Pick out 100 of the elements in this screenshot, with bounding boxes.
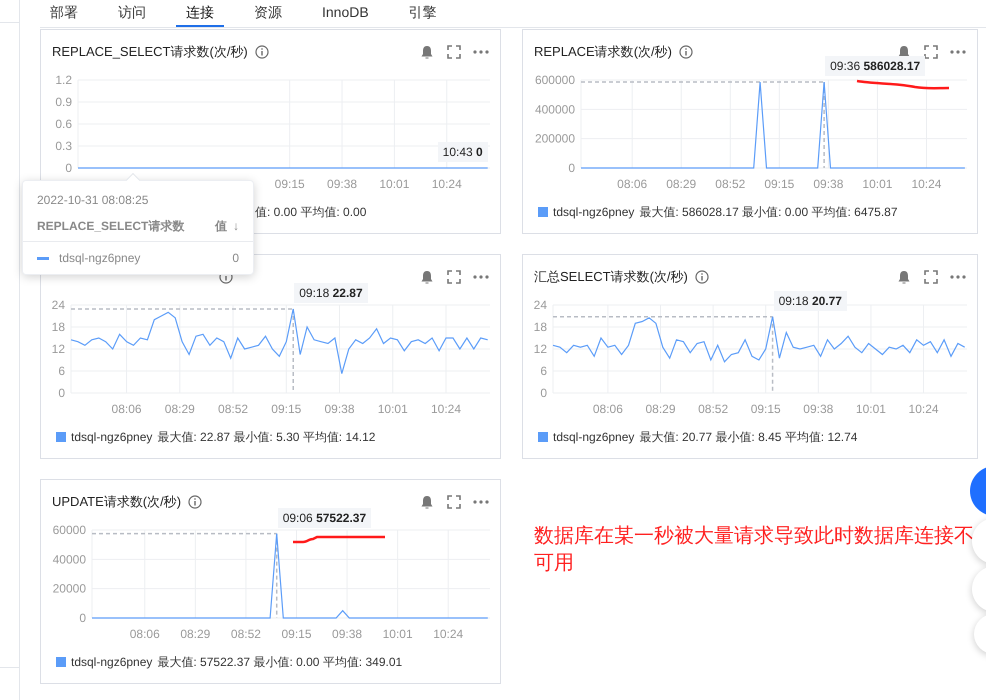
- y-axis-label: 1.2: [55, 73, 72, 87]
- x-axis-label: 08:52: [715, 177, 746, 191]
- legend-stats: 最大值: 57522.37 最小值: 0.00 平均值: 349.01: [157, 654, 402, 671]
- y-axis-label: 0.6: [55, 117, 72, 131]
- y-axis-label: 0: [79, 611, 86, 625]
- y-axis-label: 6: [540, 364, 547, 378]
- y-axis-label: 18: [534, 320, 547, 334]
- y-axis-label: 60000: [52, 523, 86, 537]
- y-axis-label: 40000: [52, 552, 86, 566]
- tab[interactable]: 资源: [244, 0, 292, 27]
- tab[interactable]: 部署: [40, 0, 88, 27]
- y-axis-label: 0: [568, 161, 575, 175]
- series-value: 0: [232, 250, 239, 267]
- x-axis-label: 08:52: [218, 402, 248, 416]
- tab[interactable]: 引擎: [398, 0, 447, 27]
- bell-icon[interactable]: [420, 270, 434, 284]
- x-axis-label: 09:38: [332, 627, 362, 641]
- y-axis-label: 200000: [534, 132, 575, 146]
- fullscreen-icon[interactable]: [924, 45, 938, 59]
- info-icon: [188, 495, 202, 509]
- more-icon[interactable]: [473, 50, 489, 54]
- y-axis-label: 400000: [534, 102, 575, 116]
- series-name: tdsql-ngz6pney: [59, 250, 140, 267]
- bell-icon[interactable]: [420, 494, 434, 510]
- x-axis-label: 09:15: [274, 177, 305, 191]
- x-axis-label: 09:38: [803, 402, 834, 416]
- x-axis-label: 10:01: [378, 402, 408, 416]
- x-axis-label: 09:15: [750, 402, 781, 416]
- x-axis-label: 08:29: [180, 627, 210, 641]
- x-axis-label: 10:01: [379, 177, 410, 191]
- tooltip-metric: REPLACE_SELECT请求数: [37, 218, 184, 235]
- column-header: 值: [215, 218, 227, 235]
- chart-title: REPLACE请求数(次/秒): [534, 43, 672, 62]
- x-axis-label: 09:38: [327, 177, 358, 191]
- legend-label: tdsql-ngz6pney: [553, 204, 634, 221]
- bell-icon[interactable]: [420, 44, 434, 60]
- hover-value-label: 09:18 20.77: [774, 290, 847, 311]
- chart-title: REPLACE_SELECT请求数(次/秒): [52, 43, 248, 62]
- x-axis-label: 09:38: [324, 402, 355, 416]
- legend-stats: 最大值: 22.87 最小值: 5.30 平均值: 14.12: [157, 429, 376, 446]
- x-axis-label: 08:52: [230, 627, 261, 641]
- x-axis-label: 10:01: [862, 177, 892, 191]
- chart-title: 汇总SELECT请求数(次/秒): [534, 268, 688, 286]
- chart-title: UPDATE请求数(次/秒): [52, 493, 182, 512]
- x-axis-label: 09:15: [281, 627, 312, 641]
- hover-value-label: 09:36 586028.17: [825, 56, 926, 76]
- fullscreen-icon[interactable]: [924, 270, 938, 284]
- info-icon: [678, 45, 693, 59]
- sort-icon[interactable]: ↓: [233, 217, 239, 235]
- y-axis-label: 20000: [52, 582, 86, 596]
- x-axis-label: 10:01: [856, 402, 886, 416]
- info-icon: [254, 45, 269, 59]
- hover-value-label: 09:18 22.87: [294, 283, 368, 304]
- more-icon[interactable]: [473, 275, 489, 279]
- tooltip-datetime: 2022-10-31 08:08:25: [36, 192, 150, 209]
- x-axis-label: 10:24: [433, 627, 464, 641]
- annotation-text: 数据库在某一秒被大量请求导致此时数据库连接不可用: [534, 524, 975, 576]
- legend-stats: 值: 0.00 平均值: 0.00: [255, 204, 366, 221]
- x-axis-label: 09:15: [271, 402, 302, 416]
- x-axis-label: 08:06: [617, 177, 648, 191]
- hover-value-label: 10:43 0: [438, 142, 488, 162]
- tab[interactable]: 访问: [108, 0, 156, 27]
- y-axis-label: 0: [540, 386, 547, 400]
- x-axis-label: 08:06: [130, 627, 160, 641]
- more-icon[interactable]: [950, 275, 966, 279]
- tab[interactable]: InnoDB: [312, 0, 379, 27]
- fullscreen-icon[interactable]: [447, 45, 461, 59]
- x-axis-label: 10:24: [432, 177, 462, 191]
- more-icon[interactable]: [950, 50, 966, 54]
- x-axis-label: 10:01: [382, 627, 413, 641]
- y-axis-label: 0: [65, 161, 72, 175]
- tab[interactable]: 连接: [176, 0, 224, 27]
- y-axis-label: 6: [58, 364, 65, 378]
- x-axis-label: 10:24: [431, 402, 462, 416]
- bell-icon[interactable]: [897, 270, 911, 284]
- fullscreen-icon[interactable]: [447, 495, 461, 509]
- y-axis-label: 24: [534, 298, 547, 312]
- y-axis-label: 18: [52, 320, 65, 334]
- fullscreen-icon[interactable]: [447, 270, 461, 284]
- legend-label: tdsql-ngz6pney: [71, 429, 152, 446]
- more-icon[interactable]: [473, 500, 489, 504]
- y-axis-label: 0.3: [55, 139, 72, 153]
- legend-stats: 最大值: 586028.17 最小值: 0.00 平均值: 6475.87: [639, 204, 898, 221]
- x-axis-label: 09:38: [813, 177, 844, 191]
- x-axis-label: 10:24: [908, 402, 939, 416]
- legend-stats: 最大值: 20.77 最小值: 8.45 平均值: 12.74: [639, 429, 858, 446]
- y-axis-label: 0: [58, 386, 65, 400]
- x-axis-label: 08:29: [645, 402, 676, 416]
- hover-value-label: 09:06 57522.37: [278, 508, 372, 528]
- y-axis-label: 24: [52, 298, 65, 312]
- legend-label: tdsql-ngz6pney: [553, 429, 634, 446]
- y-axis-label: 600000: [534, 73, 575, 87]
- x-axis-label: 08:29: [666, 177, 696, 191]
- y-axis-label: 12: [52, 342, 65, 356]
- x-axis-label: 08:52: [698, 402, 728, 416]
- x-axis-label: 10:24: [911, 177, 942, 191]
- x-axis-label: 08:06: [592, 402, 623, 416]
- y-axis-label: 0.9: [55, 95, 72, 109]
- info-icon: [694, 270, 709, 284]
- y-axis-label: 12: [534, 342, 547, 356]
